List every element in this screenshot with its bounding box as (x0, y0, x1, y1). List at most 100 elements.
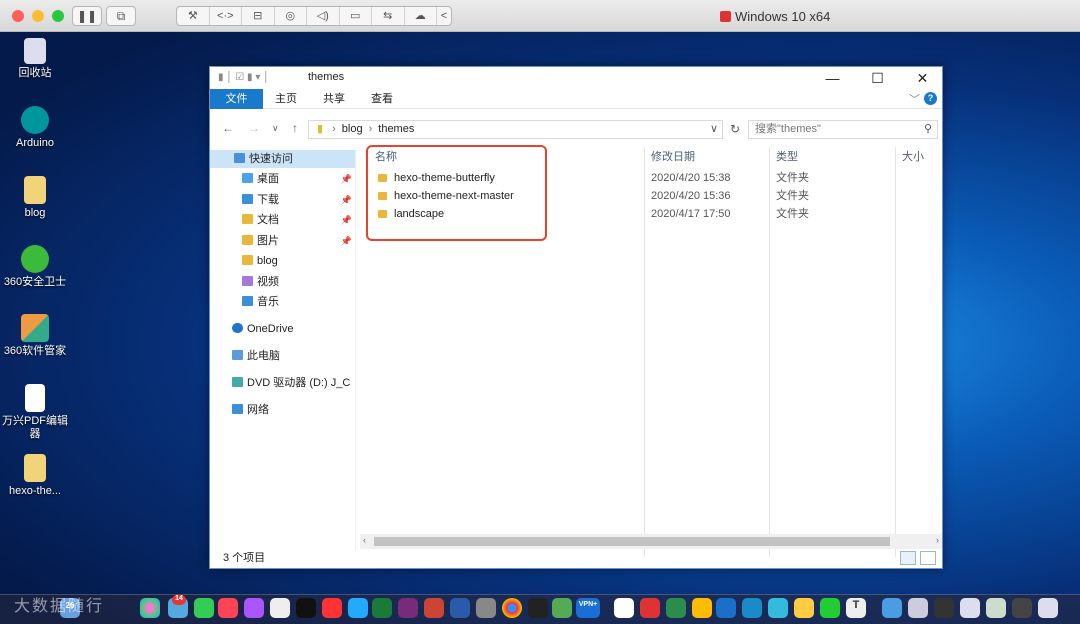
podcasts-icon[interactable] (244, 598, 264, 618)
camera-icon[interactable]: ◎ (275, 7, 307, 25)
share-icon[interactable]: ☁ (405, 7, 437, 25)
tab-share[interactable]: 共享 (311, 89, 357, 109)
tab-view[interactable]: 查看 (359, 89, 405, 109)
nav-music[interactable]: 音乐 (242, 293, 279, 311)
onenote-icon[interactable] (398, 598, 418, 618)
horizontal-scrollbar[interactable]: ‹ › (360, 534, 942, 549)
refresh-icon[interactable]: ↻ (726, 120, 744, 139)
disk-icon[interactable]: ⊟ (242, 7, 275, 25)
address-bar[interactable]: ▮ › blog › themes ∨ (308, 120, 723, 139)
system-preferences-icon[interactable] (476, 598, 496, 618)
back-icon[interactable]: ← (222, 121, 234, 135)
network-arrows-icon[interactable]: <·> (210, 7, 242, 25)
minimize-light[interactable] (32, 10, 44, 22)
photos-icon[interactable] (140, 598, 160, 618)
nav-quick-access[interactable]: 快速访问 (210, 150, 355, 168)
facetime-icon[interactable] (194, 598, 214, 618)
window-stack-icon[interactable] (1012, 598, 1032, 618)
pin-icon[interactable]: 📌 (341, 232, 352, 250)
close-light[interactable] (12, 10, 24, 22)
sublime-icon[interactable] (692, 598, 712, 618)
audio-icon[interactable]: ◁) (307, 7, 340, 25)
video-icon[interactable]: ▭ (340, 7, 372, 25)
window-title: themes (308, 71, 345, 83)
terminal-icon[interactable] (528, 598, 548, 618)
explorer-window: ▮ │ ☑ ▮ ▾ │ themes — ☐ ✕ 文件 主页 共享 查看 ﹀ ?… (209, 66, 943, 569)
screenshot-stack-icon[interactable] (908, 598, 928, 618)
search-input[interactable]: 搜索"themes" ⚲ (748, 120, 938, 139)
desktop-icon-blog[interactable]: blog (0, 176, 70, 220)
outlook-icon[interactable] (716, 598, 736, 618)
nav-this-pc[interactable]: 此电脑 (232, 347, 280, 365)
nav-blog[interactable]: blog (242, 252, 278, 270)
desktop-icon-360-security[interactable]: 360安全卫士 (0, 245, 70, 289)
mac-dock: 26 14 VPN+ T (0, 594, 1080, 624)
wechat-icon[interactable] (820, 598, 840, 618)
network-icon (232, 404, 243, 414)
details-view-icon[interactable] (900, 551, 916, 565)
reminders-icon[interactable] (270, 598, 290, 618)
nav-dvd-drive[interactable]: DVD 驱动器 (D:) J_C (232, 374, 350, 392)
close-icon[interactable]: ✕ (900, 67, 945, 89)
usb-icon[interactable]: ⇆ (372, 7, 405, 25)
breadcrumb-blog[interactable]: blog (342, 123, 363, 135)
forward-icon[interactable]: → (248, 121, 260, 135)
nav-downloads[interactable]: 下载 📌 (242, 191, 355, 209)
snapshot-icon[interactable]: ⧉ (106, 6, 136, 26)
word-icon[interactable] (450, 598, 470, 618)
scrollbar-thumb[interactable] (374, 537, 890, 546)
trash-icon[interactable] (1038, 598, 1058, 618)
pin-icon[interactable]: 📌 (341, 211, 352, 229)
document-stack-icon[interactable] (934, 598, 954, 618)
excel-icon[interactable] (372, 598, 392, 618)
nav-desktop[interactable]: 桌面 📌 (242, 170, 355, 188)
powerpoint-icon[interactable] (424, 598, 444, 618)
file-type: 文件夹 (776, 208, 809, 220)
breadcrumb-themes[interactable]: themes (378, 123, 414, 135)
scroll-right-icon[interactable]: › (936, 535, 939, 545)
large-icons-view-icon[interactable] (920, 551, 936, 565)
pin-icon[interactable]: 📌 (341, 170, 352, 188)
desktop-icon-pdf-editor[interactable]: 万兴PDF编辑器 (0, 384, 70, 441)
tv-icon[interactable] (296, 598, 316, 618)
nav-pictures[interactable]: 图片 📌 (242, 232, 355, 250)
notes-icon[interactable] (794, 598, 814, 618)
quick-access-toolbar[interactable]: ▮ │ ☑ ▮ ▾ │ (218, 72, 269, 83)
news-icon[interactable] (322, 598, 342, 618)
nav-videos[interactable]: 视频 (242, 273, 279, 291)
pin-icon[interactable]: 📌 (341, 191, 352, 209)
chevron-down-icon[interactable]: ﹀ (909, 91, 920, 107)
desktop-icon-recycle-bin[interactable]: 回收站 (0, 38, 70, 80)
recent-chevron-icon[interactable]: ∨ (272, 123, 279, 134)
download-stack-icon[interactable] (986, 598, 1006, 618)
nav-onedrive[interactable]: OneDrive (232, 320, 293, 338)
music-icon[interactable] (218, 598, 238, 618)
nav-documents[interactable]: 文档 📌 (242, 211, 355, 229)
nav-network[interactable]: 网络 (232, 401, 269, 419)
minimize-icon[interactable]: — (810, 67, 855, 89)
maximize-icon[interactable]: ☐ (855, 67, 900, 89)
settings-icon[interactable]: ⚒ (177, 7, 210, 25)
image-stack-icon[interactable] (960, 598, 980, 618)
app-store-icon[interactable] (348, 598, 368, 618)
vpn-shield-icon[interactable] (552, 598, 572, 618)
desktop-icon-hexo[interactable]: hexo-the... (0, 454, 70, 498)
tab-file[interactable]: 文件 (210, 89, 263, 109)
search-app-icon[interactable] (742, 598, 762, 618)
zoom-light[interactable] (52, 10, 64, 22)
tab-home[interactable]: 主页 (263, 89, 309, 109)
baidu-netdisk-icon[interactable] (614, 598, 634, 618)
desktop-icon-arduino[interactable]: Arduino (0, 106, 70, 150)
up-icon[interactable]: ↑ (292, 121, 298, 135)
help-icon[interactable]: ? (924, 92, 937, 105)
dropdown-icon[interactable]: ∨ (710, 121, 718, 138)
pause-icon[interactable]: ❚❚ (72, 6, 102, 26)
folder-stack-icon[interactable] (882, 598, 902, 618)
scroll-left-icon[interactable]: ‹ (363, 535, 366, 545)
collapse-icon[interactable]: < (437, 7, 451, 25)
parallels-icon[interactable] (640, 598, 660, 618)
feather-icon[interactable] (768, 598, 788, 618)
evernote-icon[interactable] (666, 598, 686, 618)
desktop-icon-360-manager[interactable]: 360软件管家 (0, 314, 70, 358)
chrome-icon[interactable] (502, 598, 522, 618)
